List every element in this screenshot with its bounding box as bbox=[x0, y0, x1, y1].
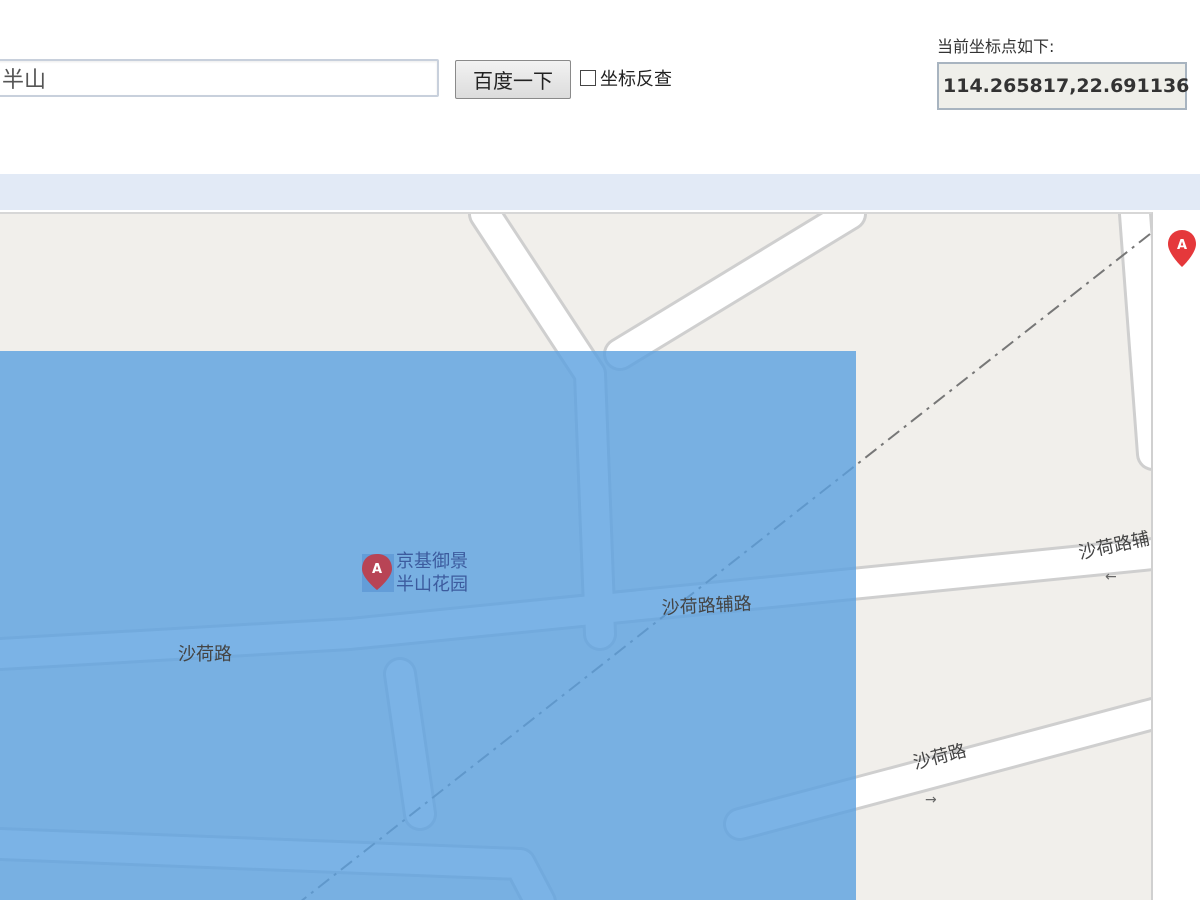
side-marker[interactable]: A bbox=[1155, 212, 1200, 272]
svg-text:A: A bbox=[372, 562, 382, 577]
map-side-panel: A bbox=[1155, 212, 1200, 900]
toolbar-band bbox=[0, 174, 1200, 210]
road-arrow-right: → bbox=[925, 792, 937, 808]
road-label-shahe-left: 沙荷路 bbox=[178, 644, 232, 665]
search-input[interactable] bbox=[0, 59, 439, 97]
road-arrow-left: ← bbox=[1105, 569, 1117, 585]
svg-text:A: A bbox=[1177, 238, 1187, 253]
coordinate-label: 当前坐标点如下: bbox=[937, 37, 1055, 56]
poi-label-line1: 京基御景 bbox=[396, 551, 468, 572]
map-canvas[interactable]: 沙荷路 沙荷路辅路 沙荷路辅 沙荷路 ← → A 京基御景 半山花园 bbox=[0, 214, 1153, 900]
reverse-lookup-label[interactable]: 坐标反查 bbox=[600, 65, 672, 91]
poi-marker[interactable]: A bbox=[362, 554, 394, 592]
poi-label-line2: 半山花园 bbox=[396, 574, 468, 595]
coordinate-output[interactable]: 114.265817,22.691136 bbox=[937, 62, 1189, 110]
reverse-lookup-checkbox[interactable] bbox=[580, 70, 596, 86]
selection-area bbox=[0, 351, 856, 900]
reverse-lookup-option[interactable]: 坐标反查 bbox=[580, 64, 672, 92]
map-view[interactable]: 沙荷路 沙荷路辅路 沙荷路辅 沙荷路 ← → A 京基御景 半山花园 bbox=[0, 212, 1153, 900]
search-button[interactable]: 百度一下 bbox=[455, 60, 571, 99]
